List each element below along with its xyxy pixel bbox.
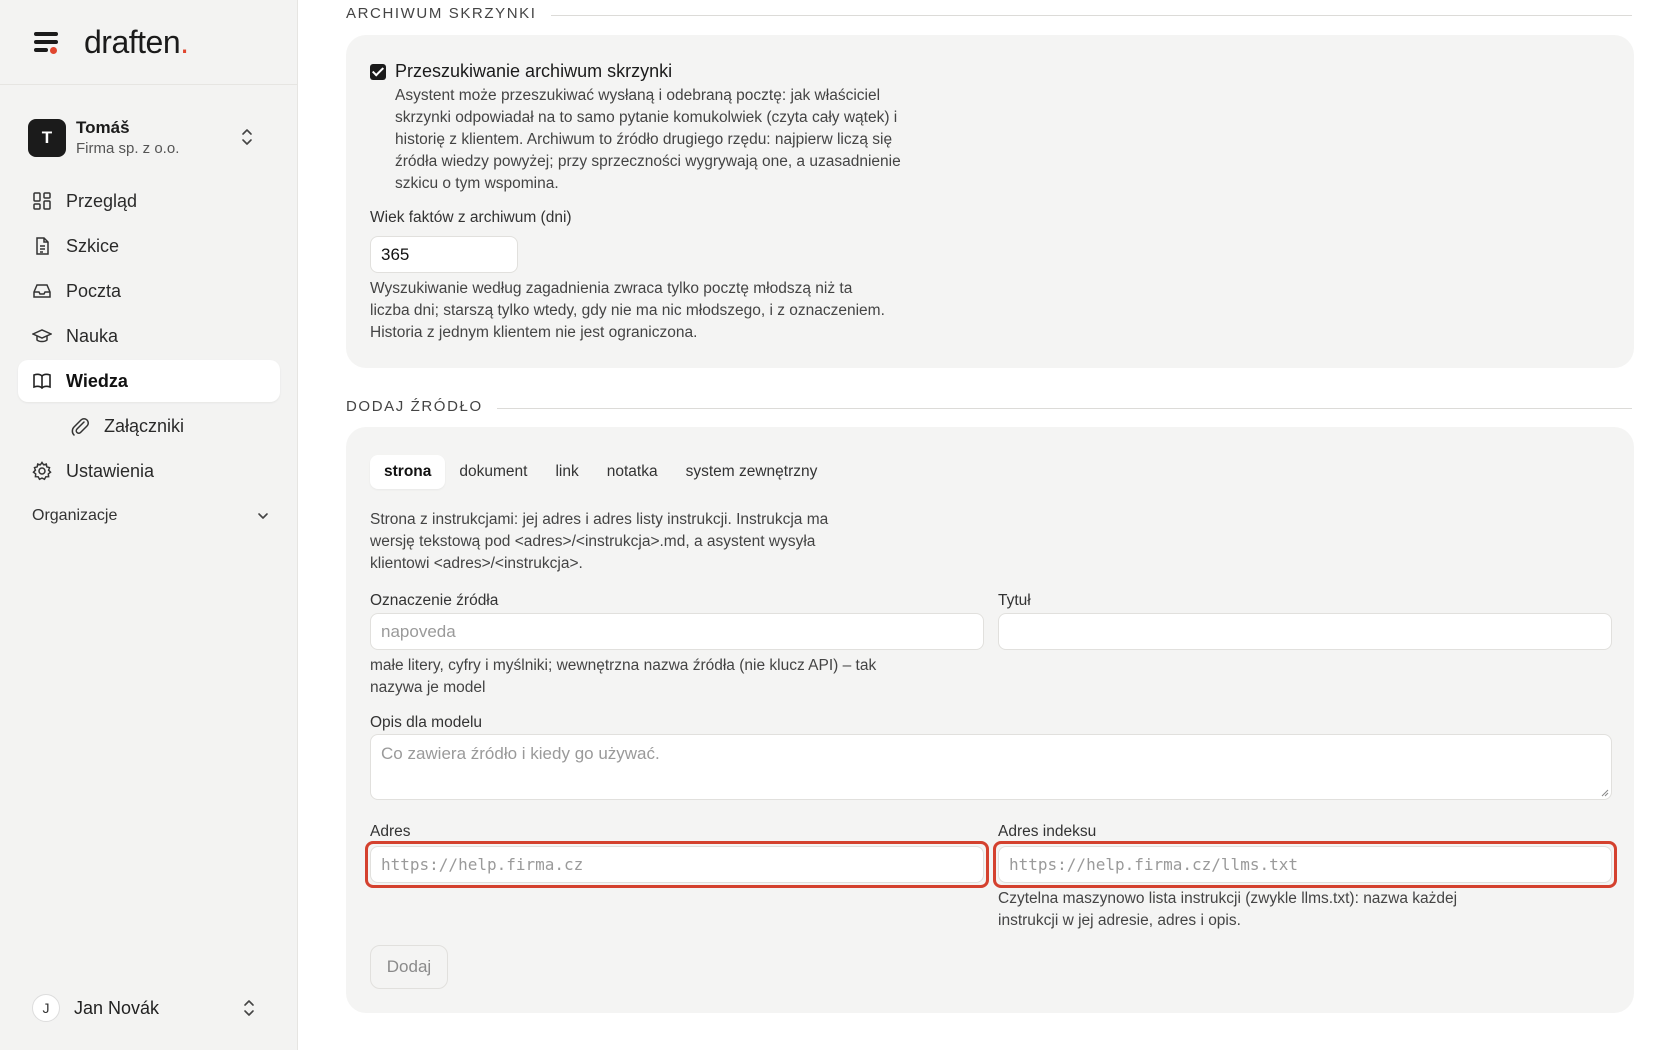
nav-label: Ustawienia [66, 460, 155, 481]
org-company: Firma sp. z o.o. [76, 140, 180, 157]
nav-label: Szkice [66, 235, 120, 256]
tab-document[interactable]: dokument [445, 455, 541, 489]
nav-item-mail[interactable]: Poczta [18, 270, 280, 312]
nav-label: Poczta [66, 280, 122, 301]
nav-item-learning[interactable]: Nauka [18, 315, 280, 357]
resize-handle-icon[interactable] [1599, 787, 1609, 797]
tab-note[interactable]: notatka [593, 455, 672, 489]
brand-logo[interactable]: draften. [84, 24, 189, 61]
nav-label: Nauka [66, 325, 119, 346]
brand: draften. [0, 0, 297, 85]
field-label: Adres indeksu [998, 823, 1097, 840]
nav-item-knowledge[interactable]: Wiedza [18, 360, 280, 402]
document-icon [36, 237, 49, 255]
menu-icon[interactable] [34, 30, 62, 54]
source-index-url-input[interactable]: https://help.firma.cz/llms.txt [998, 846, 1612, 883]
section-header-archive: ARCHIWUM SKRZYNKI [346, 5, 1632, 22]
sidebar: draften. T Tomáš Firma sp. z o.o. Przegl… [0, 0, 298, 1050]
source-slug-input[interactable]: napoveda [370, 613, 984, 650]
tab-page[interactable]: strona [370, 455, 446, 489]
nav-label: Załączniki [104, 415, 185, 436]
source-intro: Strona z instrukcjami: jej adres i adres… [370, 511, 829, 572]
tab-external-system[interactable]: system zewnętrzny [672, 455, 832, 489]
paperclip-icon [71, 417, 90, 436]
org-avatar: T [28, 119, 66, 157]
section-title: DODAJ ŹRÓDŁO [346, 398, 483, 415]
nav-item-drafts[interactable]: Szkice [18, 225, 280, 267]
section-header-add-source: DODAJ ŹRÓDŁO [346, 398, 1632, 415]
main-content: ARCHIWUM SKRZYNKI Przeszukiwanie archiwu… [298, 0, 1680, 1050]
chevron-up-down-icon [242, 129, 252, 145]
field-label: Opis dla modelu [370, 714, 483, 731]
user-switcher[interactable]: J Jan Novák [32, 992, 272, 1024]
organization-switcher[interactable]: T Tomáš Firma sp. z o.o. [28, 112, 276, 164]
add-source-card: strona dokument link notatka system zewn… [346, 427, 1634, 1013]
book-icon [33, 373, 51, 390]
user-name: Jan Novák [74, 997, 160, 1018]
main-nav: Przegląd Szkice Poczta Nauka Wiedza Załą… [18, 180, 280, 495]
chevron-down-icon [258, 513, 268, 519]
source-url-input[interactable]: https://help.firma.cz [370, 846, 984, 883]
field-label: Adres [370, 823, 411, 840]
section-title: ARCHIWUM SKRZYNKI [346, 5, 537, 22]
inbox-icon [33, 284, 51, 298]
field-label: Wiek faktów z archiwum (dni) [370, 209, 572, 226]
field-help: Czytelna maszynowo lista instrukcji (zwy… [998, 890, 1458, 929]
nav-label: Wiedza [66, 370, 128, 391]
textarea-placeholder: Co zawiera źródło i kiedy go używać. [381, 744, 660, 763]
organizations-label: Organizacje [32, 507, 118, 524]
nav-item-attachments[interactable]: Załączniki [18, 405, 280, 447]
source-description-textarea[interactable]: Co zawiera źródło i kiedy go używać. [370, 734, 1612, 800]
nav-label: Przegląd [66, 190, 138, 211]
organizations-toggle[interactable]: Organizacje [32, 507, 270, 525]
chevron-up-down-icon [244, 1000, 254, 1016]
add-source-button[interactable]: Dodaj [370, 945, 448, 989]
divider [550, 15, 1632, 16]
field-help: Wyszukiwanie według zagadnienia zwraca t… [370, 280, 885, 341]
nav-item-overview[interactable]: Przegląd [18, 180, 280, 222]
checkbox-label: Przeszukiwanie archiwum skrzynki [395, 61, 673, 81]
graduation-cap-icon [32, 329, 52, 343]
field-label: Tytuł [998, 592, 1031, 609]
field-help: małe litery, cyfry i myślniki; wewnętrzn… [370, 657, 877, 696]
tab-link[interactable]: link [541, 455, 592, 489]
nav-item-settings[interactable]: Ustawienia [18, 450, 280, 492]
archive-search-checkbox[interactable] [370, 64, 386, 80]
field-label: Oznaczenie źródła [370, 592, 499, 609]
org-name: Tomáš [76, 118, 130, 137]
avatar: J [32, 994, 60, 1022]
checkbox-description: Asystent może przeszukiwać wysłaną i ode… [395, 87, 901, 192]
dashboard-icon [33, 192, 51, 210]
source-type-tabs: strona dokument link notatka system zewn… [370, 455, 831, 489]
source-title-input[interactable] [998, 613, 1612, 650]
archive-card: Przeszukiwanie archiwum skrzynki Asysten… [346, 35, 1634, 368]
gear-icon [32, 461, 52, 481]
divider [496, 408, 1632, 409]
archive-search-option[interactable]: Przeszukiwanie archiwum skrzynki [370, 61, 672, 82]
archive-age-input[interactable]: 365 [370, 236, 518, 273]
